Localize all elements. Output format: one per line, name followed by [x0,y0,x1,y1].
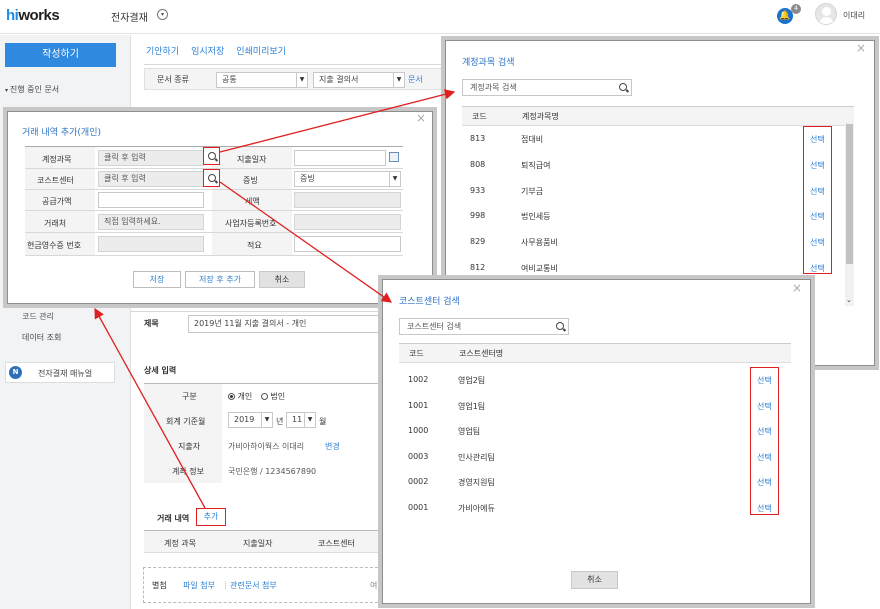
arrow-to-transaction-modal [94,307,206,509]
annotation-arrows [94,89,456,509]
arrow-to-cost-modal [219,181,393,303]
arrow-to-account-modal [219,89,456,153]
